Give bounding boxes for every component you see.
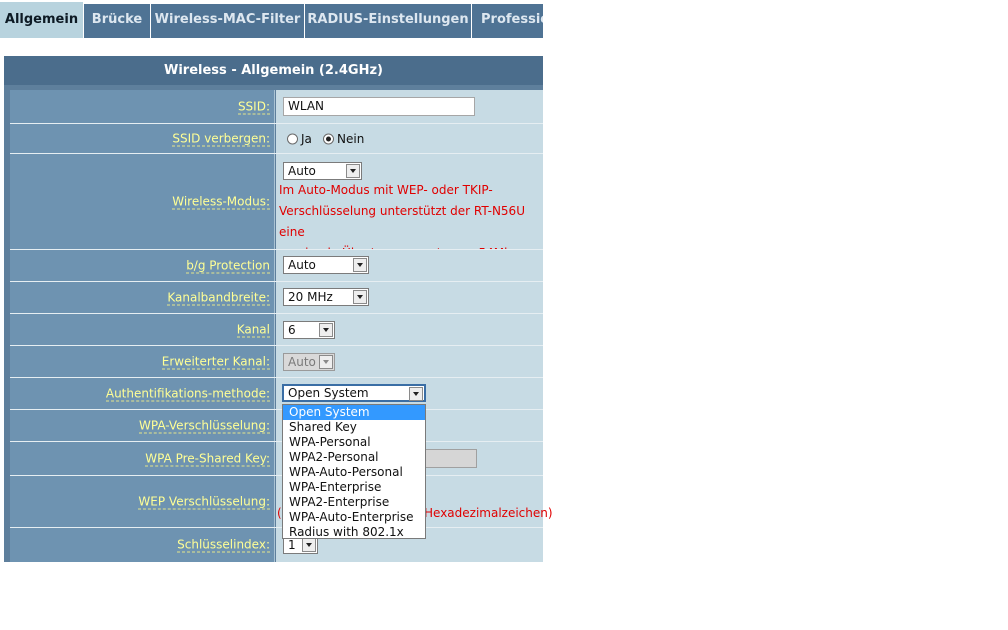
bandwidth-label: Kanalbandbreite:	[167, 290, 270, 305]
auth-option-wpa-enterprise[interactable]: WPA-Enterprise	[283, 480, 425, 495]
row-wpa-psk: WPA Pre-Shared Key:	[10, 442, 543, 475]
auth-method-label: Authentifikations-methode:	[105, 386, 270, 401]
tab-professional[interactable]: Professional	[472, 4, 543, 38]
bandwidth-select[interactable]: 20 MHz	[283, 288, 369, 306]
settings-panel: Wireless - Allgemein (2.4GHz) SSID: WLAN…	[4, 56, 553, 562]
ssid-input[interactable]: WLAN	[283, 97, 475, 116]
ssid-label: SSID:	[237, 99, 270, 114]
row-ssid: SSID: WLAN	[10, 90, 543, 123]
tab-radius-einstellungen[interactable]: RADIUS-Einstellungen	[305, 4, 472, 38]
bg-protection-select[interactable]: Auto	[283, 256, 369, 274]
ssid-hide-yes-label: Ja	[301, 131, 312, 146]
row-bg-protection: b/g Protection Auto	[10, 250, 543, 281]
auth-option-wpa-personal[interactable]: WPA-Personal	[283, 435, 425, 450]
row-key-index: Schlüsselindex: 1	[10, 528, 543, 562]
wep-label: WEP Verschlüsselung:	[138, 494, 270, 509]
auth-method-select[interactable]: Open System	[282, 384, 426, 402]
wireless-mode-label: Wireless-Modus:	[172, 194, 270, 209]
wep-note-start: (	[277, 506, 282, 520]
chevron-down-icon	[319, 323, 333, 337]
ssid-hide-yes-radio[interactable]	[287, 133, 298, 144]
row-wpa-encryption: WPA-Verschlüsselung:	[10, 410, 543, 441]
tab-bruecke[interactable]: Brücke	[84, 4, 151, 38]
channel-label: Kanal	[236, 322, 270, 337]
ssid-hide-no-label: Nein	[337, 131, 365, 146]
auth-method-dropdown: Open System Shared Key WPA-Personal WPA2…	[282, 404, 426, 539]
wpa-psk-label: WPA Pre-Shared Key:	[145, 451, 270, 466]
ext-channel-select: Auto	[283, 353, 335, 371]
chevron-down-icon	[346, 164, 360, 178]
ssid-hide-no-radio[interactable]	[323, 133, 334, 144]
row-wep: WEP Verschlüsselung: ( Hexadezimalzeiche…	[10, 476, 553, 527]
auth-option-wpa-auto-enterprise[interactable]: WPA-Auto-Enterprise	[283, 510, 425, 525]
chevron-down-icon	[302, 538, 316, 552]
panel-title: Wireless - Allgemein (2.4GHz)	[4, 56, 543, 85]
auth-option-wpa-auto-personal[interactable]: WPA-Auto-Personal	[283, 465, 425, 480]
row-ssid-hide: SSID verbergen: Ja Nein	[10, 124, 543, 153]
row-auth-method: Authentifikations-methode: Open System	[10, 378, 543, 409]
auth-option-open-system[interactable]: Open System	[283, 405, 425, 420]
wireless-mode-select[interactable]: Auto	[283, 162, 362, 180]
bg-protection-label: b/g Protection	[186, 258, 270, 273]
key-index-label: Schlüsselindex:	[177, 537, 270, 553]
auth-option-wpa2-personal[interactable]: WPA2-Personal	[283, 450, 425, 465]
row-ext-channel: Erweiterter Kanal: Auto	[10, 346, 543, 377]
auth-option-wpa2-enterprise[interactable]: WPA2-Enterprise	[283, 495, 425, 510]
tab-allgemein[interactable]: Allgemein	[0, 2, 84, 38]
chevron-down-icon	[409, 387, 423, 401]
auth-option-shared-key[interactable]: Shared Key	[283, 420, 425, 435]
row-channel: Kanal 6	[10, 314, 543, 345]
chevron-down-icon	[353, 258, 367, 272]
settings-form: SSID: WLAN SSID verbergen: Ja Nein Wirel…	[10, 90, 553, 562]
tab-wireless-mac-filter[interactable]: Wireless-MAC-Filter	[151, 4, 305, 38]
channel-select[interactable]: 6	[283, 321, 335, 339]
wpa-encryption-label: WPA-Verschlüsselung:	[139, 418, 270, 433]
ext-channel-label: Erweiterter Kanal:	[161, 354, 270, 369]
row-bandwidth: Kanalbandbreite: 20 MHz	[10, 282, 543, 313]
chevron-down-icon	[353, 290, 367, 304]
auth-option-radius-8021x[interactable]: Radius with 802.1x	[283, 525, 425, 540]
wep-note-tail: Hexadezimalzeichen)	[424, 506, 553, 520]
chevron-down-icon	[319, 355, 333, 369]
tab-bar: Allgemein Brücke Wireless-MAC-Filter RAD…	[0, 0, 543, 38]
ssid-hide-label: SSID verbergen:	[172, 131, 270, 146]
row-wireless-mode: Wireless-Modus: Auto Im Auto-Modus mit W…	[10, 154, 543, 260]
